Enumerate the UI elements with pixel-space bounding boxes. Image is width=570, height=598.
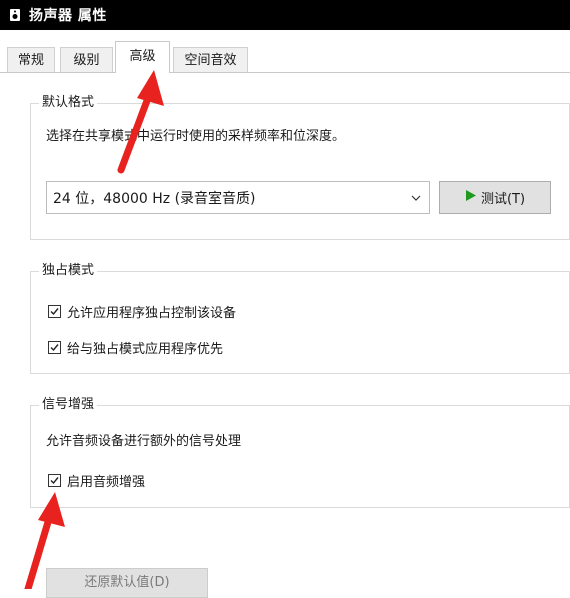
- signal-enhancement-legend: 信号增强: [39, 396, 98, 414]
- test-button-label: 测试(T): [480, 192, 526, 207]
- title-bar: 扬声器 属性: [0, 0, 570, 30]
- audio-enhancement-checkbox[interactable]: [48, 474, 61, 487]
- exclusive-mode-group: 独占模式: [30, 262, 570, 374]
- play-icon: [465, 189, 477, 206]
- speaker-icon: [8, 8, 21, 23]
- chevron-down-icon: [407, 195, 425, 201]
- default-format-description: 选择在共享模式中运行时使用的采样频率和位深度。: [46, 129, 346, 144]
- selected-format-value: 24 位，48000 Hz (录音室音质): [53, 190, 256, 207]
- checkmark-icon: [50, 344, 59, 352]
- restore-defaults-button[interactable]: 还原默认值(D): [46, 568, 208, 598]
- checkmark-icon: [50, 477, 59, 485]
- default-format-group: 默认格式: [30, 94, 570, 240]
- allow-exclusive-label: 允许应用程序独占控制该设备: [67, 306, 237, 321]
- checkmark-icon: [50, 308, 59, 316]
- tab-levels[interactable]: 级别: [60, 47, 113, 72]
- tab-general[interactable]: 常规: [7, 47, 55, 72]
- exclusive-priority-option[interactable]: 给与独占模式应用程序优先: [48, 338, 223, 357]
- default-format-legend: 默认格式: [39, 94, 98, 112]
- exclusive-priority-checkbox[interactable]: [48, 341, 61, 354]
- tab-advanced[interactable]: 高级: [115, 41, 170, 73]
- test-button[interactable]: 测试(T): [439, 181, 551, 214]
- sample-format-select[interactable]: 24 位，48000 Hz (录音室音质): [46, 181, 430, 214]
- exclusive-priority-label: 给与独占模式应用程序优先: [67, 342, 224, 357]
- audio-enhancement-label: 启用音频增强: [67, 475, 146, 490]
- signal-enhancement-group: 信号增强: [30, 396, 570, 508]
- allow-exclusive-control-option[interactable]: 允许应用程序独占控制该设备: [48, 302, 236, 321]
- allow-exclusive-checkbox[interactable]: [48, 305, 61, 318]
- enable-audio-enhancement-option[interactable]: 启用音频增强: [48, 471, 145, 490]
- signal-enhancement-description: 允许音频设备进行额外的信号处理: [46, 434, 242, 449]
- window-title: 扬声器 属性: [29, 8, 107, 24]
- tab-spatial-sound[interactable]: 空间音效: [173, 47, 248, 72]
- exclusive-mode-legend: 独占模式: [39, 262, 98, 280]
